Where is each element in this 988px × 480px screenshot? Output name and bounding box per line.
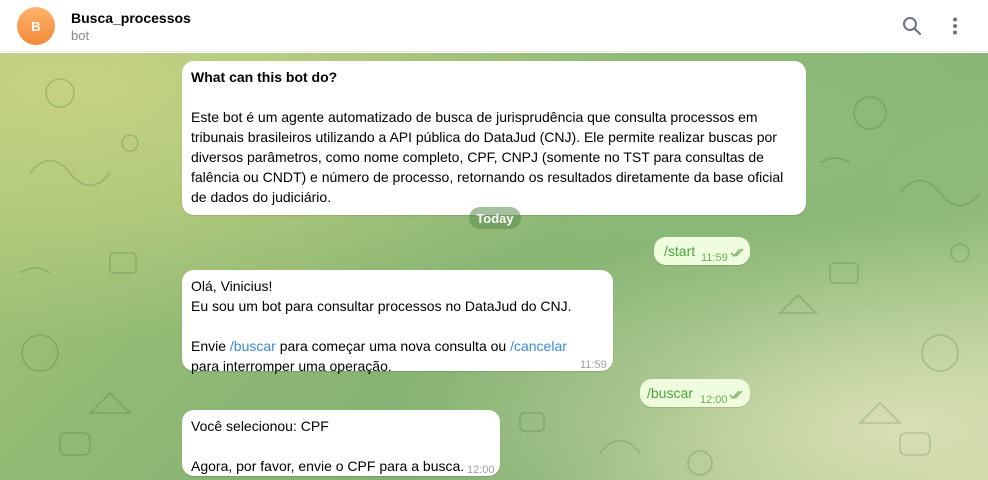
command-link-buscar[interactable]: /buscar [230, 338, 276, 354]
chat-title-block[interactable]: Busca_processos bot [71, 9, 191, 45]
message-time: 12:00 [700, 394, 728, 406]
message-text: para começar uma nova consulta ou [275, 338, 511, 354]
message-outgoing-start[interactable]: /start 11:59 [654, 237, 750, 265]
message-text: /buscar [647, 385, 693, 401]
bot-description-text: Este bot é um agente automatizado de bus… [191, 109, 784, 205]
message-line: Agora, por favor, envie o CPF para a bus… [191, 458, 465, 474]
bot-description-title: What can this bot do? [191, 69, 338, 85]
message-outgoing-buscar[interactable]: /buscar 12:00 [640, 379, 750, 407]
chat-area[interactable]: What can this bot do? Este bot é um agen… [0, 53, 988, 480]
chat-title: Busca_processos [71, 10, 191, 26]
message-time: 11:59 [701, 252, 728, 264]
double-check-icon [730, 248, 744, 257]
message-line: Olá, Vinicius! [191, 278, 273, 294]
command-link-cancelar[interactable]: /cancelar [510, 338, 567, 354]
message-time: 11:59 [580, 359, 607, 371]
message-incoming-greeting[interactable]: Olá, Vinicius! Eu sou um bot para consul… [182, 270, 613, 374]
message-line: Envie /buscar para começar uma nova cons… [191, 336, 604, 356]
bot-description-card: What can this bot do? Este bot é um agen… [182, 61, 806, 215]
double-check-icon [729, 390, 743, 399]
message-spacer [191, 436, 491, 456]
message-spacer [191, 316, 604, 336]
date-separator: Today [469, 207, 521, 229]
message-text: Envie [191, 338, 230, 354]
more-menu-button[interactable] [941, 12, 969, 40]
message-line: Você selecionou: CPF [191, 418, 329, 434]
message-time: 12:00 [467, 464, 495, 476]
message-line: Eu sou um bot para consultar processos n… [191, 298, 572, 314]
chat-subtitle: bot [71, 28, 90, 43]
search-icon [903, 17, 922, 36]
chat-header: B Busca_processos bot [0, 0, 988, 52]
more-vertical-icon [953, 17, 957, 35]
search-button[interactable] [898, 12, 926, 40]
message-incoming-cpf[interactable]: Você selecionou: CPF Agora, por favor, e… [182, 410, 500, 476]
message-line: para interromper uma operação. [191, 358, 392, 374]
message-text: /start [664, 243, 696, 259]
avatar[interactable]: B [17, 7, 55, 45]
